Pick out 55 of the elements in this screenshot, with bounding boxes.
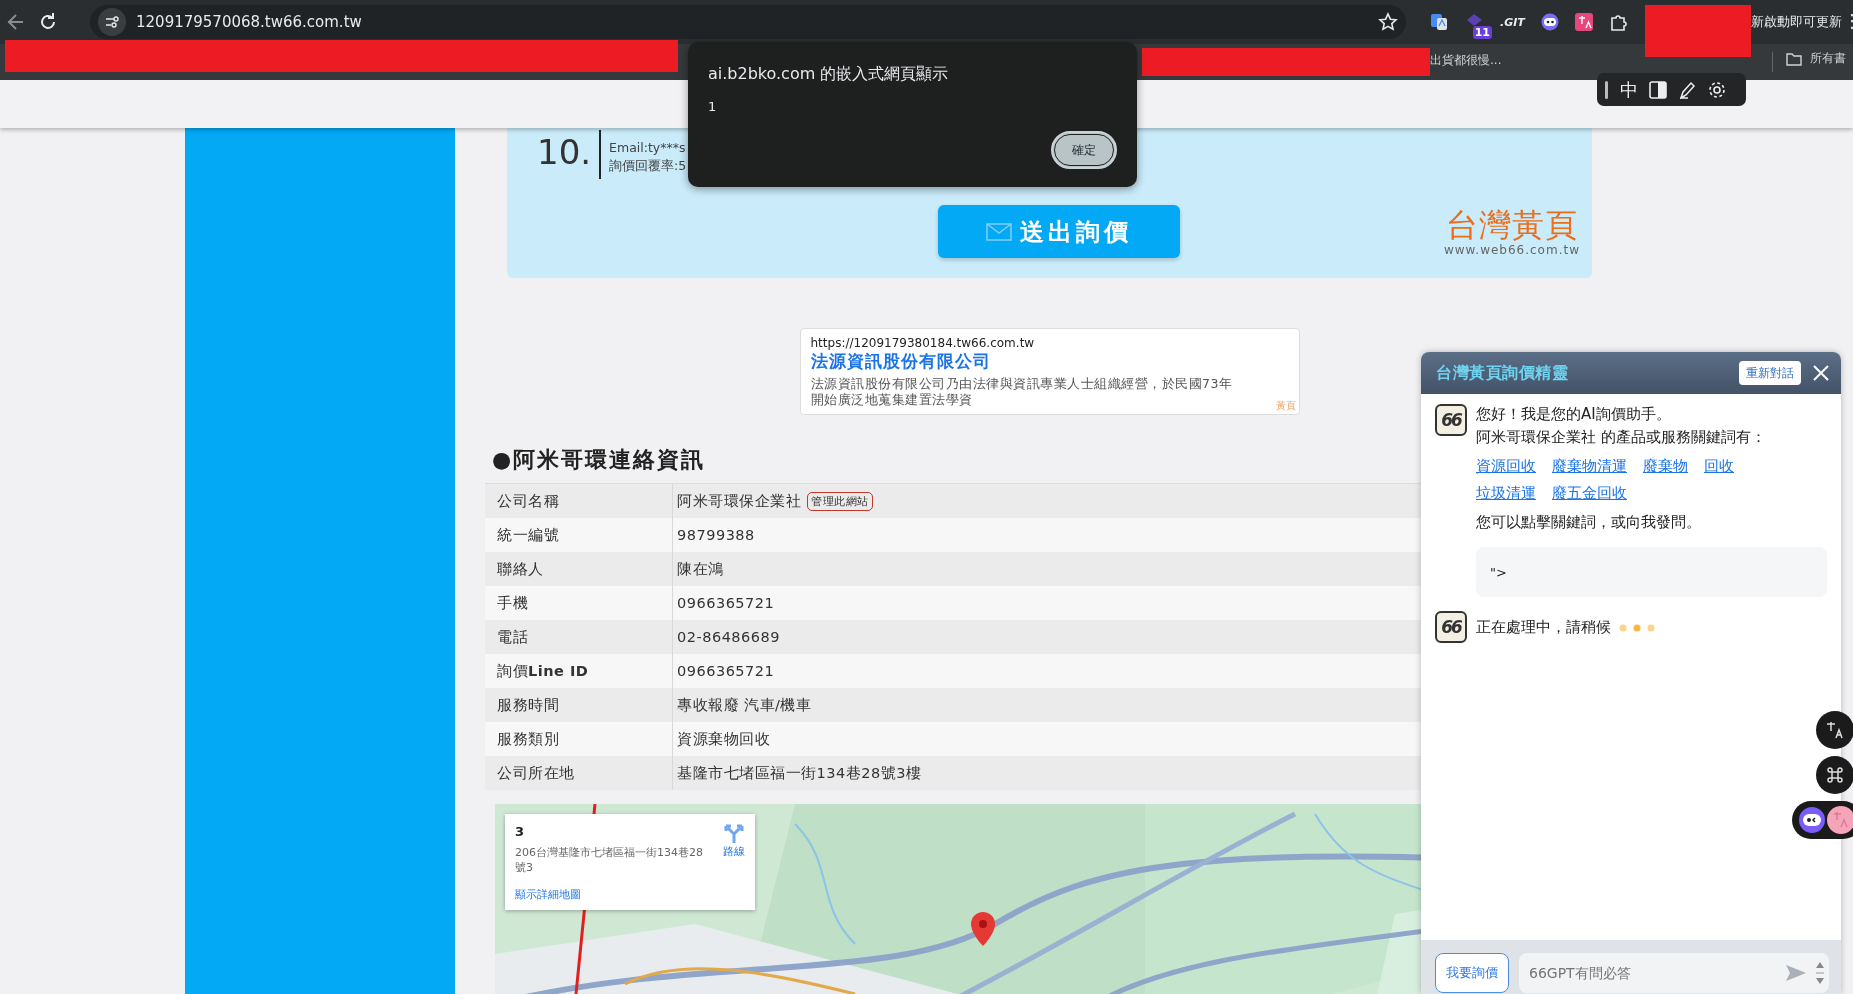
bot-avatar: 66 (1435, 611, 1467, 643)
language-toggle[interactable]: 中 (1620, 77, 1638, 102)
ad-tag: 黃頁 (1275, 399, 1296, 413)
keyword-link[interactable]: 廢棄物清運 (1552, 456, 1627, 477)
keyword-link[interactable]: 廢五金回收 (1552, 483, 1627, 504)
field-value: 陳在鴻 (677, 559, 724, 579)
address-bar[interactable]: 1209179570068.tw66.com.tw (90, 5, 1406, 39)
url-text: 1209179570068.tw66.com.tw (136, 13, 363, 31)
field-value: 專收報廢 汽車/機車 (677, 695, 812, 715)
menu-icon[interactable]: ⋮ (1843, 10, 1853, 31)
keyword-link[interactable]: 垃圾清運 (1476, 483, 1536, 504)
message-snippet: "> (1476, 547, 1827, 597)
ad-title[interactable]: 法源資訊股份有限公司 (810, 350, 1289, 373)
section-heading: ●阿米哥環連絡資訊 (492, 446, 706, 474)
keyword-link[interactable]: 回收 (1704, 456, 1734, 477)
supplier-info: 詢價回覆率:5 (609, 158, 687, 175)
supplier-info: Email:ty***s (609, 140, 687, 155)
ok-button[interactable]: 確定 (1051, 131, 1117, 169)
keyword-link[interactable]: 廢棄物 (1643, 456, 1688, 477)
field-value: 基隆市七堵區福一街134巷28號3樓 (677, 763, 922, 783)
field-value: 02-86486689 (677, 629, 780, 645)
logo-title: 台灣黃頁 (1446, 206, 1578, 243)
restart-chat-button[interactable]: 重新對話 (1739, 361, 1801, 385)
field-label: 公司所在地 (485, 756, 673, 790)
chat-message: 正在處理中，請稍候 (1476, 617, 1611, 638)
update-notice[interactable]: 新啟動即可更新 (1751, 13, 1842, 31)
rank-number: 10. (537, 134, 592, 170)
dialog-message: 1 (708, 99, 718, 114)
keyword-link[interactable]: 資源回收 (1476, 456, 1536, 477)
field-value: 98799388 (677, 527, 755, 543)
ad-description: 法源資訊股份有限公司乃由法律與資訊專業人士組織經營，於民國73年 開始廣泛地蒐集建置法學資 (810, 376, 1233, 408)
place-title: 3 (515, 824, 526, 839)
inquire-button[interactable]: 我要詢價 (1435, 953, 1509, 993)
all-bookmarks-button[interactable]: 所有書 (1786, 50, 1846, 67)
chat-message: 您可以點擊關鍵詞，或向我發問。 (1476, 512, 1702, 533)
field-value: 阿米哥環保企業社 (677, 491, 801, 511)
field-value: 0966365721 (677, 595, 775, 611)
directions-button[interactable]: 路線 (723, 824, 745, 875)
dialog-title: ai.b2bko.com 的嵌入式網頁顯示 (708, 64, 950, 85)
chat-input-field[interactable]: 66GPT有問必答 (1519, 953, 1829, 993)
manage-site-link[interactable]: 管理此網站 (807, 491, 873, 511)
ad-card[interactable]: https://1209179380184.tw66.com.tw 法源資訊股份有限公司 法源資訊股份有限公司乃由法律與資訊專業人士組織經營，於民國73年 開始廣泛地蒐集建置法學資 黃頁 (799, 328, 1300, 415)
bookmark-item[interactable]: 出貨都很慢... (1430, 52, 1502, 69)
chat-title: 台灣黃頁詢價精靈 (1436, 362, 1569, 384)
place-address: 206台灣基隆市七堵區福一街134巷28 號3 (515, 845, 704, 875)
extension-icon[interactable]: .GIT (1500, 15, 1525, 29)
bot-avatar: 66 (1435, 404, 1467, 436)
field-value: 資源棄物回收 (677, 729, 770, 749)
field-value: 0966365721 (677, 663, 775, 679)
ad-url: https://1209179380184.tw66.com.tw (810, 336, 1036, 350)
extension-badge: 11 (1472, 25, 1492, 39)
chat-message: 您好！我是您的AI詢價助手。 (1476, 404, 1672, 425)
logo-url: www.web66.com.tw (1443, 242, 1580, 257)
larger-map-link[interactable]: 顯示詳細地圖 (515, 887, 745, 902)
chat-message: 阿米哥環保企業社 的產品或服務關鍵詞有： (1476, 427, 1767, 448)
